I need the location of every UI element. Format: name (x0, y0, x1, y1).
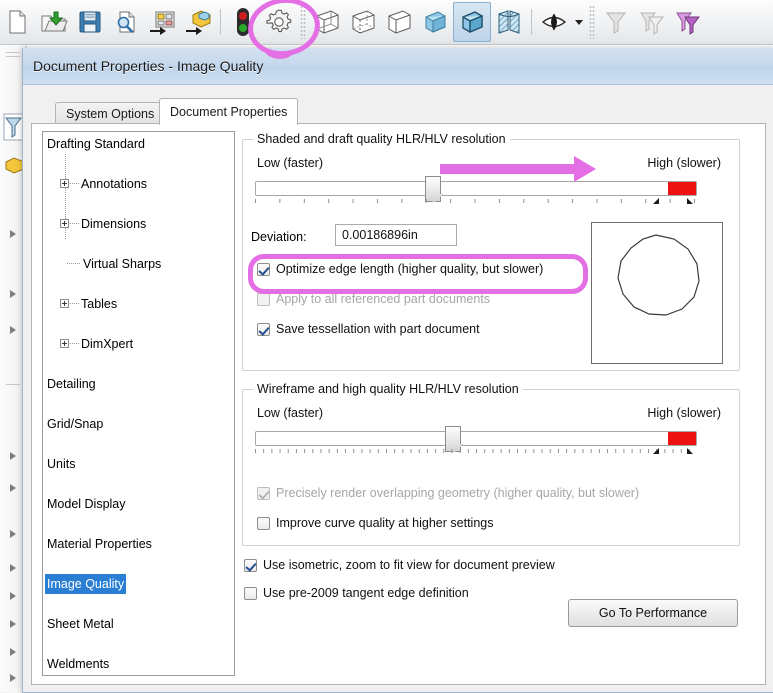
save-tessellation-checkbox[interactable]: Save tessellation with part document (257, 322, 480, 336)
section-view-icon[interactable] (491, 2, 527, 42)
settings-tree[interactable]: Drafting Standard Annotations Dimensions… (42, 131, 235, 676)
toolbar-separator (220, 9, 221, 35)
tree-item-detailing[interactable]: Detailing (43, 374, 234, 394)
deviation-label: Deviation: (251, 230, 307, 244)
wireframe-group-title: Wireframe and high quality HLR/HLV resol… (253, 382, 523, 396)
tree-item-grid-snap[interactable]: Grid/Snap (43, 414, 234, 434)
tree-item-annotations[interactable]: Annotations (43, 174, 234, 194)
display-style-icon[interactable] (536, 2, 572, 42)
main-toolbar (0, 0, 773, 61)
tree-item-units[interactable]: Units (43, 454, 234, 474)
print-preview-icon[interactable] (108, 2, 144, 42)
wireframe-quality-slider[interactable] (255, 431, 697, 446)
toolbar-grip[interactable] (300, 5, 306, 39)
shaded-slider-end-marks (653, 198, 693, 204)
shaded-quality-group: Shaded and draft quality HLR/HLV resolut… (242, 132, 740, 371)
shaded-low-label: Low (faster) (257, 156, 323, 170)
checkbox-box (257, 292, 270, 306)
tree-item-sheet-metal[interactable]: Sheet Metal (43, 614, 234, 634)
shaded-icon[interactable] (417, 2, 453, 42)
shaded-slider-ticks (255, 199, 697, 206)
tree-item-tables[interactable]: Tables (43, 294, 234, 314)
expand-icon[interactable] (60, 299, 69, 308)
go-to-performance-button[interactable]: Go To Performance (568, 599, 738, 627)
expand-icon[interactable] (60, 339, 69, 348)
filter-clear-icon[interactable] (634, 2, 670, 42)
options-gear-icon[interactable] (261, 2, 297, 42)
checkbox-box[interactable] (257, 516, 270, 530)
expand-icon[interactable] (60, 219, 69, 228)
wireframe-icon[interactable] (309, 2, 345, 42)
tab-document-properties[interactable]: Document Properties (159, 98, 299, 125)
tree-item-drafting-standard[interactable]: Drafting Standard (43, 134, 234, 154)
tab-system-options[interactable]: System Options (55, 102, 166, 125)
optimize-edge-length-checkbox[interactable]: Optimize edge length (higher quality, bu… (248, 254, 588, 294)
document-properties-dialog: Document Properties - Image Quality Syst… (22, 48, 773, 693)
save-icon[interactable] (72, 2, 108, 42)
display-style-dropdown-caret[interactable] (572, 2, 586, 42)
toolbar-grip-2[interactable] (589, 5, 595, 39)
dialog-titlebar[interactable]: Document Properties - Image Quality (23, 48, 773, 85)
shaded-quality-slider[interactable] (255, 181, 697, 196)
dialog-tabs: System Options Document Properties (31, 98, 766, 125)
tree-item-virtual-sharps[interactable]: Virtual Sharps (43, 254, 234, 274)
use-isometric-preview-checkbox[interactable]: Use isometric, zoom to fit view for docu… (244, 558, 555, 572)
filter-icon[interactable] (598, 2, 634, 42)
dialog-body: System Options Document Properties Draft… (31, 86, 766, 686)
shaded-group-title: Shaded and draft quality HLR/HLV resolut… (253, 132, 510, 146)
settings-content: Shaded and draft quality HLR/HLV resolut… (242, 131, 754, 674)
tree-item-image-quality[interactable]: Image Quality (43, 574, 234, 594)
tab-page: Drafting Standard Annotations Dimensions… (31, 123, 766, 685)
shaded-high-label: High (slower) (647, 156, 721, 170)
tessellation-preview (591, 222, 723, 364)
make-drawing-icon[interactable] (144, 2, 180, 42)
checkbox-box[interactable] (244, 586, 257, 600)
tree-item-dimxpert[interactable]: DimXpert (43, 334, 234, 354)
tree-item-material-properties[interactable]: Material Properties (43, 534, 234, 554)
hidden-lines-removed-icon[interactable] (381, 2, 417, 42)
slider-red-zone (668, 432, 696, 445)
dialog-title: Document Properties - Image Quality (33, 58, 264, 74)
filter-active-icon[interactable] (670, 2, 706, 42)
tree-item-dimensions[interactable]: Dimensions (43, 214, 234, 234)
checkbox-box[interactable] (244, 558, 257, 572)
improve-curve-quality-checkbox[interactable]: Improve curve quality at higher settings (257, 516, 493, 530)
wireframe-high-label: High (slower) (647, 406, 721, 420)
slider-red-zone (668, 182, 696, 195)
checkbox-box (257, 486, 270, 500)
toolbar-separator-2 (531, 9, 532, 35)
wireframe-low-label: Low (faster) (257, 406, 323, 420)
wireframe-slider-ticks (255, 449, 697, 456)
checkbox-box[interactable] (257, 322, 270, 336)
use-pre2009-tangent-checkbox[interactable]: Use pre-2009 tangent edge definition (244, 586, 469, 600)
tree-item-weldments[interactable]: Weldments (43, 654, 234, 674)
shaded-with-edges-icon[interactable] (453, 2, 491, 42)
wireframe-quality-group: Wireframe and high quality HLR/HLV resol… (242, 382, 740, 546)
checkbox-box[interactable] (257, 262, 270, 276)
new-document-icon[interactable] (0, 2, 36, 42)
deviation-input[interactable] (335, 224, 457, 246)
rebuild-status-icon[interactable] (225, 2, 261, 42)
tree-item-model-display[interactable]: Model Display (43, 494, 234, 514)
hidden-lines-visible-icon[interactable] (345, 2, 381, 42)
wireframe-slider-end-marks (653, 448, 693, 454)
make-assembly-icon[interactable] (180, 2, 216, 42)
precisely-render-overlapping-checkbox: Precisely render overlapping geometry (h… (257, 486, 639, 500)
open-folder-icon[interactable] (36, 2, 72, 42)
apply-to-all-referenced-checkbox: Apply to all referenced part documents (257, 292, 490, 306)
expand-icon[interactable] (60, 179, 69, 188)
